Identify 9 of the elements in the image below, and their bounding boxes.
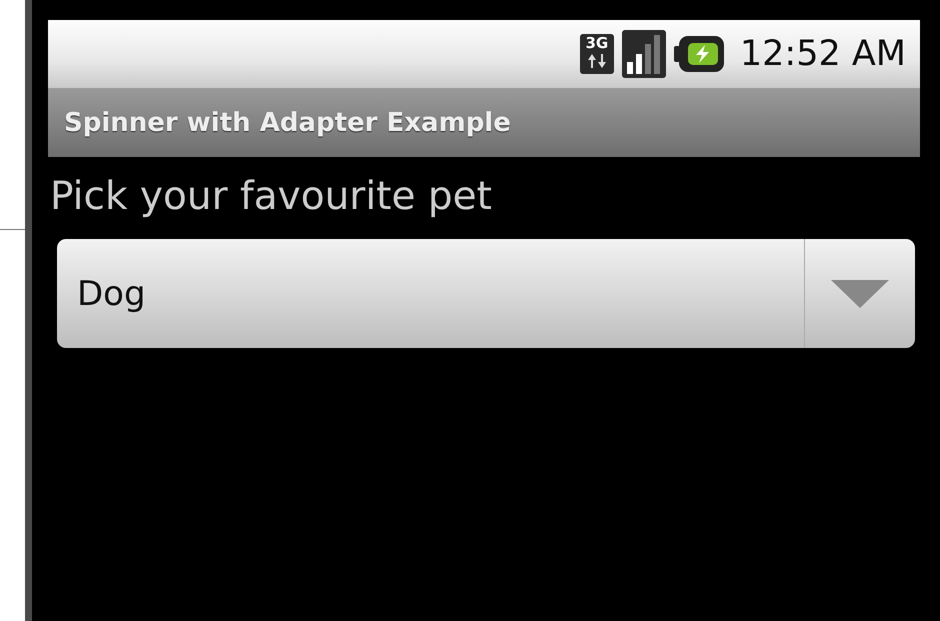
app-title: Spinner with Adapter Example <box>64 108 511 138</box>
dropdown-arrow-icon <box>831 280 889 308</box>
network-indicator: 3G <box>580 34 614 74</box>
signal-icon <box>622 30 666 78</box>
clock-time: 12:52 AM <box>740 34 906 74</box>
battery-charging-icon <box>674 36 724 72</box>
prompt-label: Pick your favourite pet <box>49 173 492 221</box>
pet-spinner[interactable]: Dog <box>57 239 915 348</box>
data-arrows-icon <box>586 52 608 70</box>
